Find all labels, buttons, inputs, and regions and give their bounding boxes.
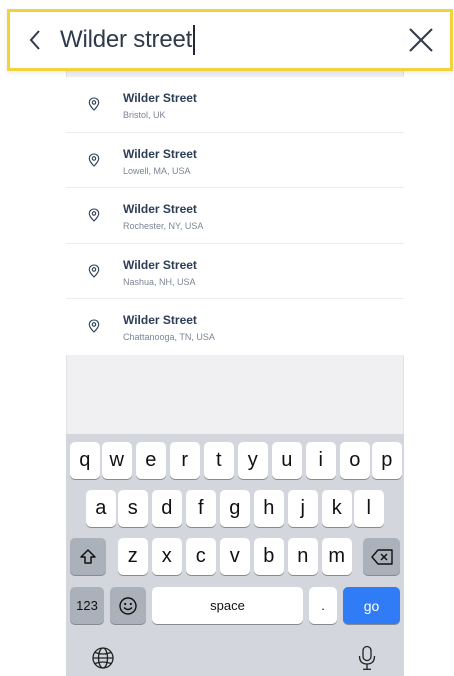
key-z[interactable]: z — [118, 538, 148, 575]
results-list: Wilder Street Bristol, UK Wilder Street Low… — [66, 77, 404, 355]
result-subtitle: Chattanooga, TN, USA — [123, 332, 215, 343]
result-item[interactable]: Wilder Street Nashua, NH, USA — [66, 244, 404, 300]
chevron-left-icon — [29, 30, 40, 50]
search-input[interactable]: Wilder street — [60, 12, 392, 68]
key-o[interactable]: o — [340, 442, 370, 479]
result-item[interactable]: Wilder Street Lowell, MA, USA — [66, 133, 404, 189]
key-p[interactable]: p — [372, 442, 402, 479]
result-title: Wilder Street — [123, 313, 197, 328]
delete-key[interactable] — [363, 538, 400, 575]
text-cursor — [193, 25, 196, 55]
result-subtitle: Bristol, UK — [123, 110, 166, 120]
result-title: Wilder Street — [123, 146, 197, 161]
result-title: Wilder Street — [123, 91, 197, 105]
key-k[interactable]: k — [322, 490, 352, 527]
globe-icon[interactable] — [91, 646, 115, 670]
result-text: Wilder Street Nashua, NH, USA — [123, 258, 197, 287]
key-v[interactable]: v — [220, 538, 250, 575]
result-item[interactable]: Wilder Street Bristol, UK — [66, 77, 404, 133]
keyboard: q w e r t y u i o p a s d f g h j k l z x c v b n m 123 space. go — [66, 434, 404, 676]
key-g[interactable]: g — [220, 490, 250, 527]
key-a[interactable]: a — [86, 490, 116, 527]
key-r[interactable]: r — [170, 442, 200, 479]
emoji-key[interactable] — [110, 587, 146, 624]
location-pin-icon — [88, 97, 102, 113]
key-j[interactable]: j — [288, 490, 318, 527]
result-item[interactable]: Wilder Street Chattanooga, TN, USA — [66, 299, 404, 355]
key-s[interactable]: s — [118, 490, 148, 527]
result-item[interactable]: Wilder Street Rochester, NY, USA — [66, 188, 404, 244]
key-h[interactable]: h — [254, 490, 284, 527]
key-q[interactable]: q — [70, 442, 100, 479]
emoji-icon — [119, 596, 137, 615]
key-c[interactable]: c — [186, 538, 216, 575]
search-bar: Wilder street — [7, 9, 453, 71]
key-d[interactable]: d — [152, 490, 182, 527]
numbers-key[interactable]: 123 — [70, 587, 104, 624]
key-m[interactable]: m — [322, 538, 352, 575]
key-n[interactable]: n — [288, 538, 318, 575]
backspace-icon — [370, 548, 393, 565]
result-title: Wilder Street — [123, 202, 197, 217]
screen: Wilder street Wilder Street Bristol, UK Wi… — [0, 0, 454, 676]
key-b[interactable]: b — [254, 538, 284, 575]
key-i[interactable]: i — [306, 442, 336, 479]
key-x[interactable]: x — [152, 538, 182, 575]
clear-button[interactable] — [392, 12, 450, 68]
microphone-icon[interactable] — [357, 645, 377, 671]
location-pin-icon — [88, 208, 102, 224]
result-subtitle: Nashua, NH, USA — [123, 276, 196, 287]
shift-key[interactable] — [70, 538, 106, 575]
shift-icon — [80, 548, 96, 564]
back-button[interactable] — [10, 12, 60, 68]
result-title: Wilder Street — [123, 257, 197, 272]
key-e[interactable]: e — [136, 442, 166, 479]
key-l[interactable]: l — [354, 490, 384, 527]
result-text: Wilder Street Chattanooga, TN, USA — [123, 313, 215, 342]
key-t[interactable]: t — [204, 442, 234, 479]
result-text: Wilder Street Lowell, MA, USA — [123, 147, 197, 176]
key-f[interactable]: f — [186, 490, 216, 527]
key-u[interactable]: u — [272, 442, 302, 479]
go-key[interactable]: go — [343, 587, 400, 624]
close-icon — [409, 28, 433, 52]
search-input-text: Wilder street — [60, 26, 193, 53]
period-key[interactable]: . — [309, 587, 337, 624]
result-text: Wilder Street Bristol, UK — [123, 91, 197, 120]
result-text: Wilder Street Rochester, NY, USA — [123, 202, 203, 231]
location-pin-icon — [88, 153, 102, 169]
location-pin-icon — [88, 264, 102, 280]
space-key[interactable]: space — [152, 587, 303, 624]
key-w[interactable]: w — [102, 442, 132, 479]
result-subtitle: Rochester, NY, USA — [123, 221, 204, 232]
key-y[interactable]: y — [238, 442, 268, 479]
location-pin-icon — [88, 319, 102, 335]
result-subtitle: Lowell, MA, USA — [123, 165, 191, 176]
